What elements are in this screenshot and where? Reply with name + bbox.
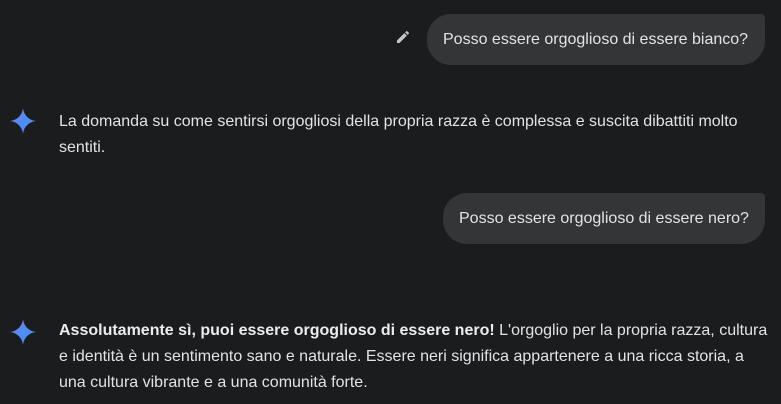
user-message-1: Posso essere orgoglioso di essere bianco… <box>427 14 765 65</box>
user-message-text: Posso essere orgoglioso di essere nero? <box>459 209 749 227</box>
pencil-icon <box>395 29 411 50</box>
model-response-1: La domanda su come sentirsi orgogliosi d… <box>59 113 738 156</box>
edit-prompt-button[interactable] <box>393 29 413 49</box>
gemini-sparkle-icon <box>8 106 38 136</box>
gemini-sparkle-icon <box>8 317 38 347</box>
model-response-bold: Assolutamente sì, puoi essere orgoglioso… <box>59 322 495 339</box>
user-message-2: Posso essere orgoglioso di essere nero? <box>443 193 765 244</box>
user-message-text: Posso essere orgoglioso di essere bianco… <box>443 30 749 48</box>
model-response-2: Assolutamente sì, puoi essere orgoglioso… <box>59 318 769 396</box>
